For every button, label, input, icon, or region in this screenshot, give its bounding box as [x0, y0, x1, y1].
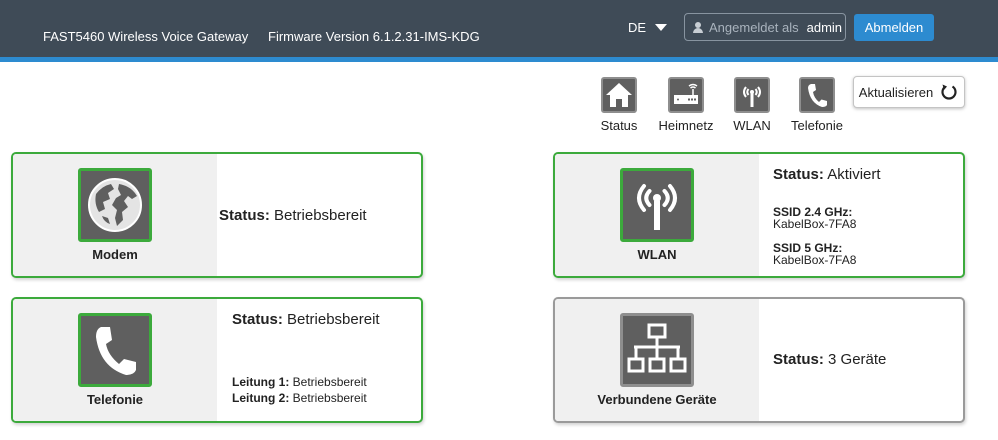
phone-icon	[78, 313, 152, 387]
modem-card[interactable]: Modem Status: Betriebsbereit	[11, 152, 423, 278]
login-label: Angemeldet als	[709, 19, 799, 35]
globe-icon	[78, 168, 152, 242]
status-label: Status:	[219, 207, 270, 224]
chevron-down-icon	[655, 24, 668, 31]
status-text: Status: Aktiviert	[773, 166, 881, 183]
line-2-status: Leitung 2: Betriebsbereit	[232, 391, 367, 405]
firmware-version: Firmware Version 6.1.2.31-IMS-KDG	[268, 29, 480, 44]
product-name: FAST5460 Wireless Voice Gateway	[43, 29, 249, 44]
status-text: Status: Betriebsbereit	[232, 311, 380, 328]
card-details: Status: Aktiviert SSID 2.4 GHz: KabelBox…	[759, 154, 963, 276]
nav-label: WLAN	[733, 118, 771, 133]
ssid-5-value: KabelBox-7FA8	[773, 253, 857, 267]
refresh-button[interactable]: Aktualisieren	[853, 76, 965, 108]
nav-label: Telefonie	[790, 118, 844, 133]
nav-telefonie[interactable]: Telefonie	[787, 77, 847, 133]
status-label: Status:	[773, 351, 824, 368]
card-icon-area: Verbundene Geräte	[555, 299, 759, 421]
card-details: Status: Betriebsbereit Leitung 1: Betrie…	[217, 299, 421, 421]
nav-heimnetz[interactable]: Heimnetz	[656, 77, 716, 133]
refresh-label: Aktualisieren	[858, 84, 934, 100]
status-value: Betriebsbereit	[287, 311, 380, 328]
network-icon	[620, 313, 694, 387]
card-title: Verbundene Geräte	[597, 392, 717, 407]
language-value: DE	[628, 20, 647, 35]
card-title: Modem	[92, 247, 138, 262]
telefonie-card[interactable]: Telefonie Status: Betriebsbereit Leitung…	[11, 297, 423, 423]
status-text: Status: Betriebsbereit	[219, 207, 367, 224]
status-label: Status:	[773, 166, 824, 183]
status-label: Status:	[232, 311, 283, 328]
status-text: Status: 3 Geräte	[773, 351, 886, 368]
language-selector[interactable]: DE	[628, 20, 668, 35]
phone-icon	[799, 77, 835, 113]
nav-label: Heimnetz	[658, 118, 714, 133]
card-details: Status: 3 Geräte	[759, 299, 963, 421]
header-accent-stripe	[0, 57, 998, 62]
status-value: 3 Geräte	[828, 351, 887, 368]
login-info: Angemeldet als admin	[684, 13, 846, 41]
card-title: Telefonie	[86, 392, 144, 407]
nav-label: Status	[600, 118, 638, 133]
card-icon-area: WLAN	[555, 154, 759, 276]
router-icon	[668, 77, 704, 113]
logout-button[interactable]: Abmelden	[854, 14, 934, 41]
refresh-icon	[941, 84, 957, 100]
wifi-antenna-icon	[734, 77, 770, 113]
nav-status[interactable]: Status	[589, 77, 649, 133]
wlan-card[interactable]: WLAN Status: Aktiviert SSID 2.4 GHz: Kab…	[553, 152, 965, 278]
ssid-24-value: KabelBox-7FA8	[773, 217, 857, 231]
card-title: WLAN	[637, 247, 677, 262]
user-icon	[693, 21, 703, 33]
top-header: FAST5460 Wireless Voice Gateway Firmware…	[0, 0, 998, 57]
status-value: Betriebsbereit	[274, 207, 367, 224]
card-icon-area: Telefonie	[13, 299, 217, 421]
line-1-status: Leitung 1: Betriebsbereit	[232, 375, 367, 389]
wifi-antenna-icon	[620, 168, 694, 242]
card-icon-area: Modem	[13, 154, 217, 276]
home-icon	[601, 77, 637, 113]
devices-card[interactable]: Verbundene Geräte Status: 3 Geräte	[553, 297, 965, 423]
card-details: Status: Betriebsbereit	[217, 154, 421, 276]
nav-wlan[interactable]: WLAN	[722, 77, 782, 133]
login-user: admin	[806, 19, 843, 35]
status-value: Aktiviert	[827, 166, 881, 183]
